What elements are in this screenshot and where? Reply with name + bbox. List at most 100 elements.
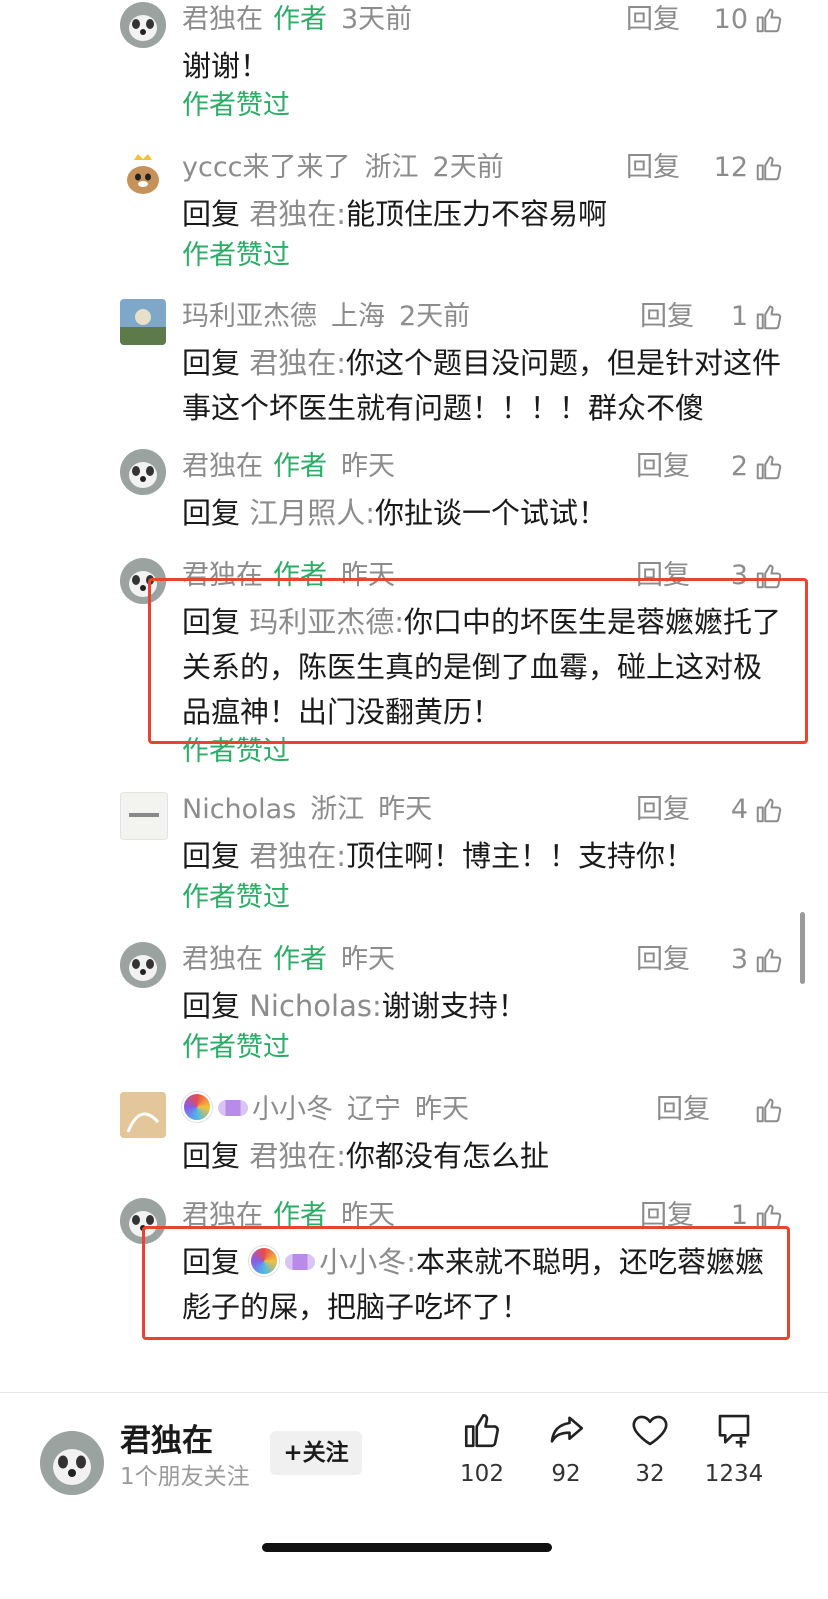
- reply-target[interactable]: Nicholas: [249, 989, 372, 1023]
- like-count: 12: [713, 152, 748, 183]
- user-avatar[interactable]: [120, 299, 166, 345]
- comment-item: yccc来了来了 浙江 2天前 回复 12 回复 君独在:能顶住压力不容易啊 作者赞…: [0, 148, 828, 288]
- comment-count: 1234: [704, 1461, 764, 1487]
- author-tag: 作者: [273, 944, 327, 975]
- reply-target[interactable]: 江月照人: [249, 496, 365, 530]
- reply-target[interactable]: 君独在: [249, 346, 336, 380]
- username[interactable]: yccc来了来了: [182, 152, 351, 183]
- username[interactable]: 君独在: [182, 560, 263, 591]
- like-count: 10: [713, 4, 748, 35]
- reply-button[interactable]: 回复: [636, 556, 690, 596]
- comment-location: 辽宁: [347, 1094, 401, 1125]
- author-liked-tag: 作者赞过: [182, 1032, 290, 1063]
- like-count: 102: [460, 1461, 504, 1487]
- comment-text: 回复 君独在:你这个题目没问题，但是针对这件事这个坏医生就有问题！！！！群众不傻: [182, 346, 782, 425]
- like-button[interactable]: 4: [731, 790, 784, 830]
- like-button[interactable]: 12: [714, 148, 784, 188]
- favorite-action[interactable]: 32: [620, 1409, 680, 1487]
- comment-action[interactable]: 1234: [704, 1409, 764, 1487]
- author-liked-tag: 作者赞过: [182, 90, 290, 121]
- favorite-count: 32: [635, 1461, 665, 1487]
- share-count: 92: [551, 1461, 581, 1487]
- comment-meta: yccc来了来了 浙江 2天前: [182, 148, 504, 188]
- like-button[interactable]: 1: [731, 1196, 784, 1236]
- user-avatar[interactable]: [120, 1092, 166, 1138]
- comment-time: 3天前: [341, 4, 413, 35]
- reply-target[interactable]: 君独在: [249, 839, 336, 873]
- author-avatar[interactable]: [40, 1431, 104, 1495]
- bottom-bar: 君独在 1个朋友关注 +关注 102 92 32 1234: [0, 1392, 828, 1599]
- user-avatar[interactable]: [120, 558, 166, 604]
- user-avatar[interactable]: [120, 449, 166, 495]
- reply-button[interactable]: 回复: [626, 0, 680, 40]
- reply-button[interactable]: 回复: [640, 297, 694, 337]
- like-count: 4: [730, 794, 748, 825]
- thumbs-up-icon: [756, 305, 782, 330]
- comment-meta: 君独在 作者 昨天: [182, 1196, 395, 1236]
- username[interactable]: 君独在: [182, 944, 263, 975]
- reply-target[interactable]: 小小冬: [319, 1245, 406, 1279]
- comment-list: 君独在 作者 3天前 回复 10 谢谢！ 作者赞过 yccc来了来了 浙江 2天前 回复…: [0, 0, 828, 1420]
- user-avatar[interactable]: [120, 150, 166, 196]
- scrollbar[interactable]: [800, 912, 805, 984]
- comment-meta: 玛利亚杰德 上海 2天前: [182, 297, 470, 337]
- author-liked-tag: 作者赞过: [182, 736, 290, 767]
- comment-meta: 君独在 作者 昨天: [182, 447, 395, 487]
- comment-item: 君独在 作者 昨天 回复 3 回复 玛利亚杰德:你口中的坏医生是蓉嬷嬷托了关系的，陈…: [0, 556, 828, 776]
- like-button[interactable]: 2: [731, 447, 784, 487]
- comment-meta: 君独在 作者 昨天: [182, 556, 395, 596]
- reply-button[interactable]: 回复: [626, 148, 680, 188]
- follow-button[interactable]: +关注: [270, 1431, 362, 1475]
- reply-button[interactable]: 回复: [656, 1090, 710, 1130]
- comment-time: 2天前: [399, 301, 471, 332]
- reply-target[interactable]: 君独在: [249, 1139, 336, 1173]
- comment-text: 回复 小小冬:本来就不聪明，还吃蓉嬷嬷彪子的屎，把脑子吃坏了！: [182, 1245, 765, 1324]
- username[interactable]: 君独在: [182, 1200, 263, 1231]
- like-button[interactable]: 1: [731, 297, 784, 337]
- username[interactable]: Nicholas: [182, 794, 296, 825]
- reply-button[interactable]: 回复: [640, 1196, 694, 1236]
- like-button[interactable]: 3: [731, 556, 784, 596]
- friends-following: 1个朋友关注: [120, 1464, 250, 1490]
- like-count: 3: [730, 560, 748, 591]
- reply-target[interactable]: 君独在: [249, 197, 336, 231]
- username[interactable]: 小小冬: [252, 1094, 333, 1125]
- comment-item: 玛利亚杰德 上海 2天前 回复 1 回复 君独在:你这个题目没问题，但是针对这件事这…: [0, 297, 828, 437]
- thumbs-up-icon: [756, 156, 782, 181]
- reply-button[interactable]: 回复: [636, 940, 690, 980]
- user-avatar[interactable]: [120, 792, 168, 840]
- user-avatar[interactable]: [120, 1198, 166, 1244]
- reply-button[interactable]: 回复: [636, 447, 690, 487]
- share-action[interactable]: 92: [536, 1409, 596, 1487]
- like-button[interactable]: 10: [714, 0, 784, 40]
- like-count: 2: [730, 451, 748, 482]
- comment-time: 2天前: [432, 152, 504, 183]
- thumbs-up-icon: [464, 1413, 499, 1448]
- user-avatar[interactable]: [120, 2, 166, 48]
- lollipop-icon: [182, 1092, 212, 1122]
- username[interactable]: 君独在: [182, 4, 263, 35]
- comment-text: 回复 君独在:能顶住压力不容易啊: [182, 197, 608, 231]
- user-avatar[interactable]: [120, 942, 166, 988]
- comment-meta: 君独在 作者 昨天: [182, 940, 395, 980]
- share-icon: [550, 1416, 584, 1443]
- thumbs-up-icon: [756, 455, 782, 480]
- author-liked-tag: 作者赞过: [182, 240, 290, 271]
- comment-text: 谢谢！: [182, 49, 270, 83]
- comment-time: 昨天: [341, 1200, 395, 1231]
- like-action[interactable]: 102: [452, 1409, 512, 1487]
- home-indicator[interactable]: [262, 1543, 552, 1552]
- author-name[interactable]: 君独在: [120, 1415, 213, 1460]
- like-button[interactable]: 3: [731, 940, 784, 980]
- username[interactable]: 君独在: [182, 451, 263, 482]
- like-count: 1: [730, 301, 748, 332]
- reply-button[interactable]: 回复: [636, 790, 690, 830]
- username[interactable]: 玛利亚杰德: [182, 301, 317, 332]
- author-tag: 作者: [273, 1200, 327, 1231]
- like-count: 1: [730, 1200, 748, 1231]
- comment-meta: Nicholas 浙江 昨天: [182, 790, 432, 830]
- thumbs-up-icon: [756, 564, 782, 589]
- comment-meta: 小小冬 辽宁 昨天: [182, 1090, 469, 1130]
- reply-target[interactable]: 玛利亚杰德: [249, 605, 394, 639]
- like-button[interactable]: [748, 1090, 784, 1130]
